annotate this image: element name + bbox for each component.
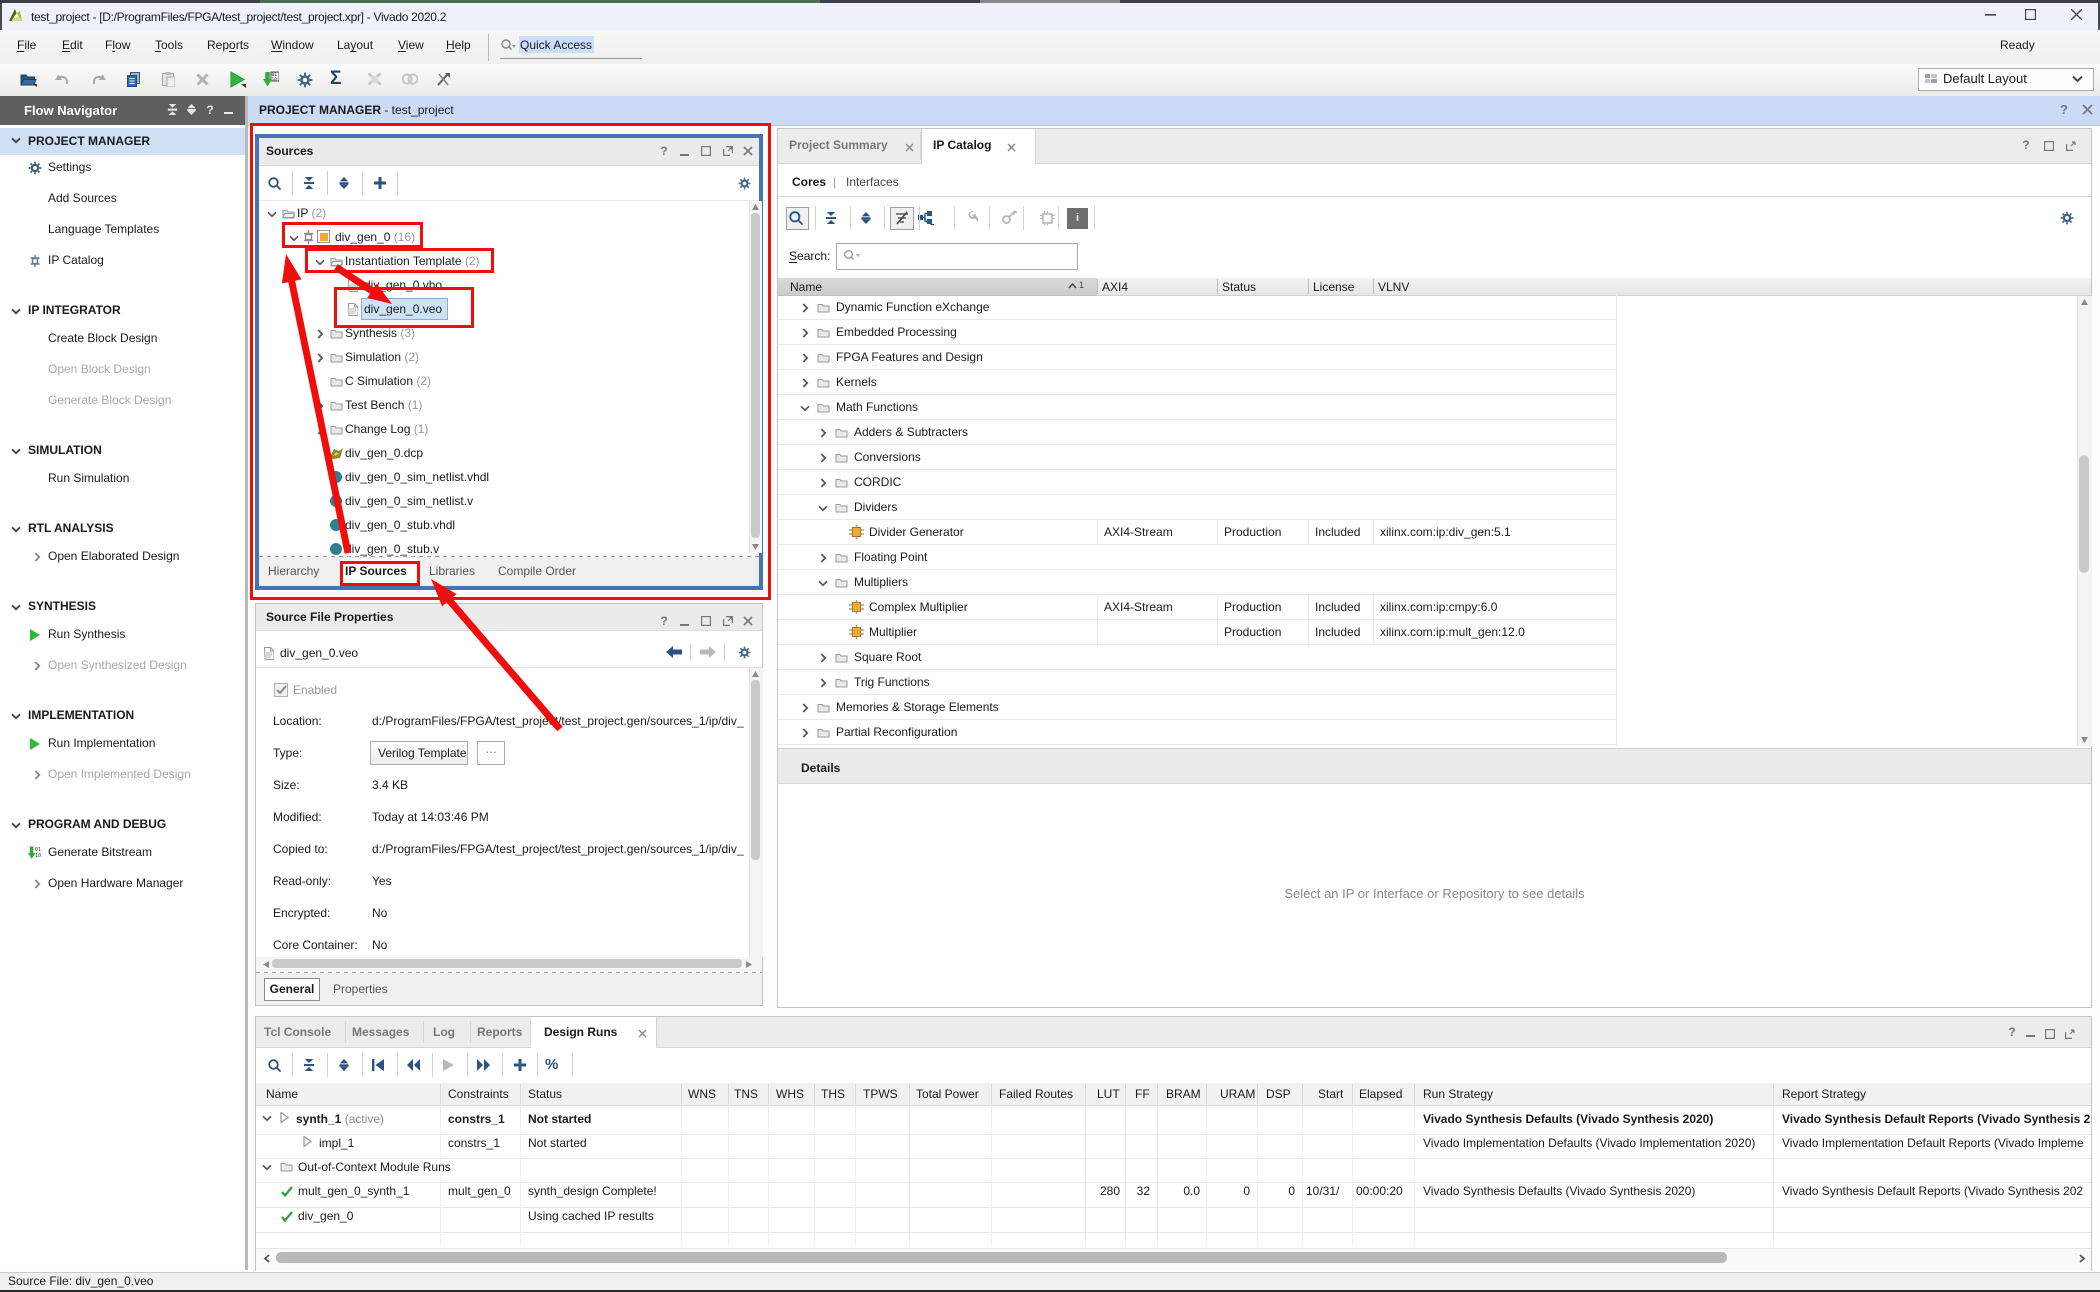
svg-text:10: 10	[272, 77, 278, 83]
svg-text:10: 10	[35, 853, 41, 859]
